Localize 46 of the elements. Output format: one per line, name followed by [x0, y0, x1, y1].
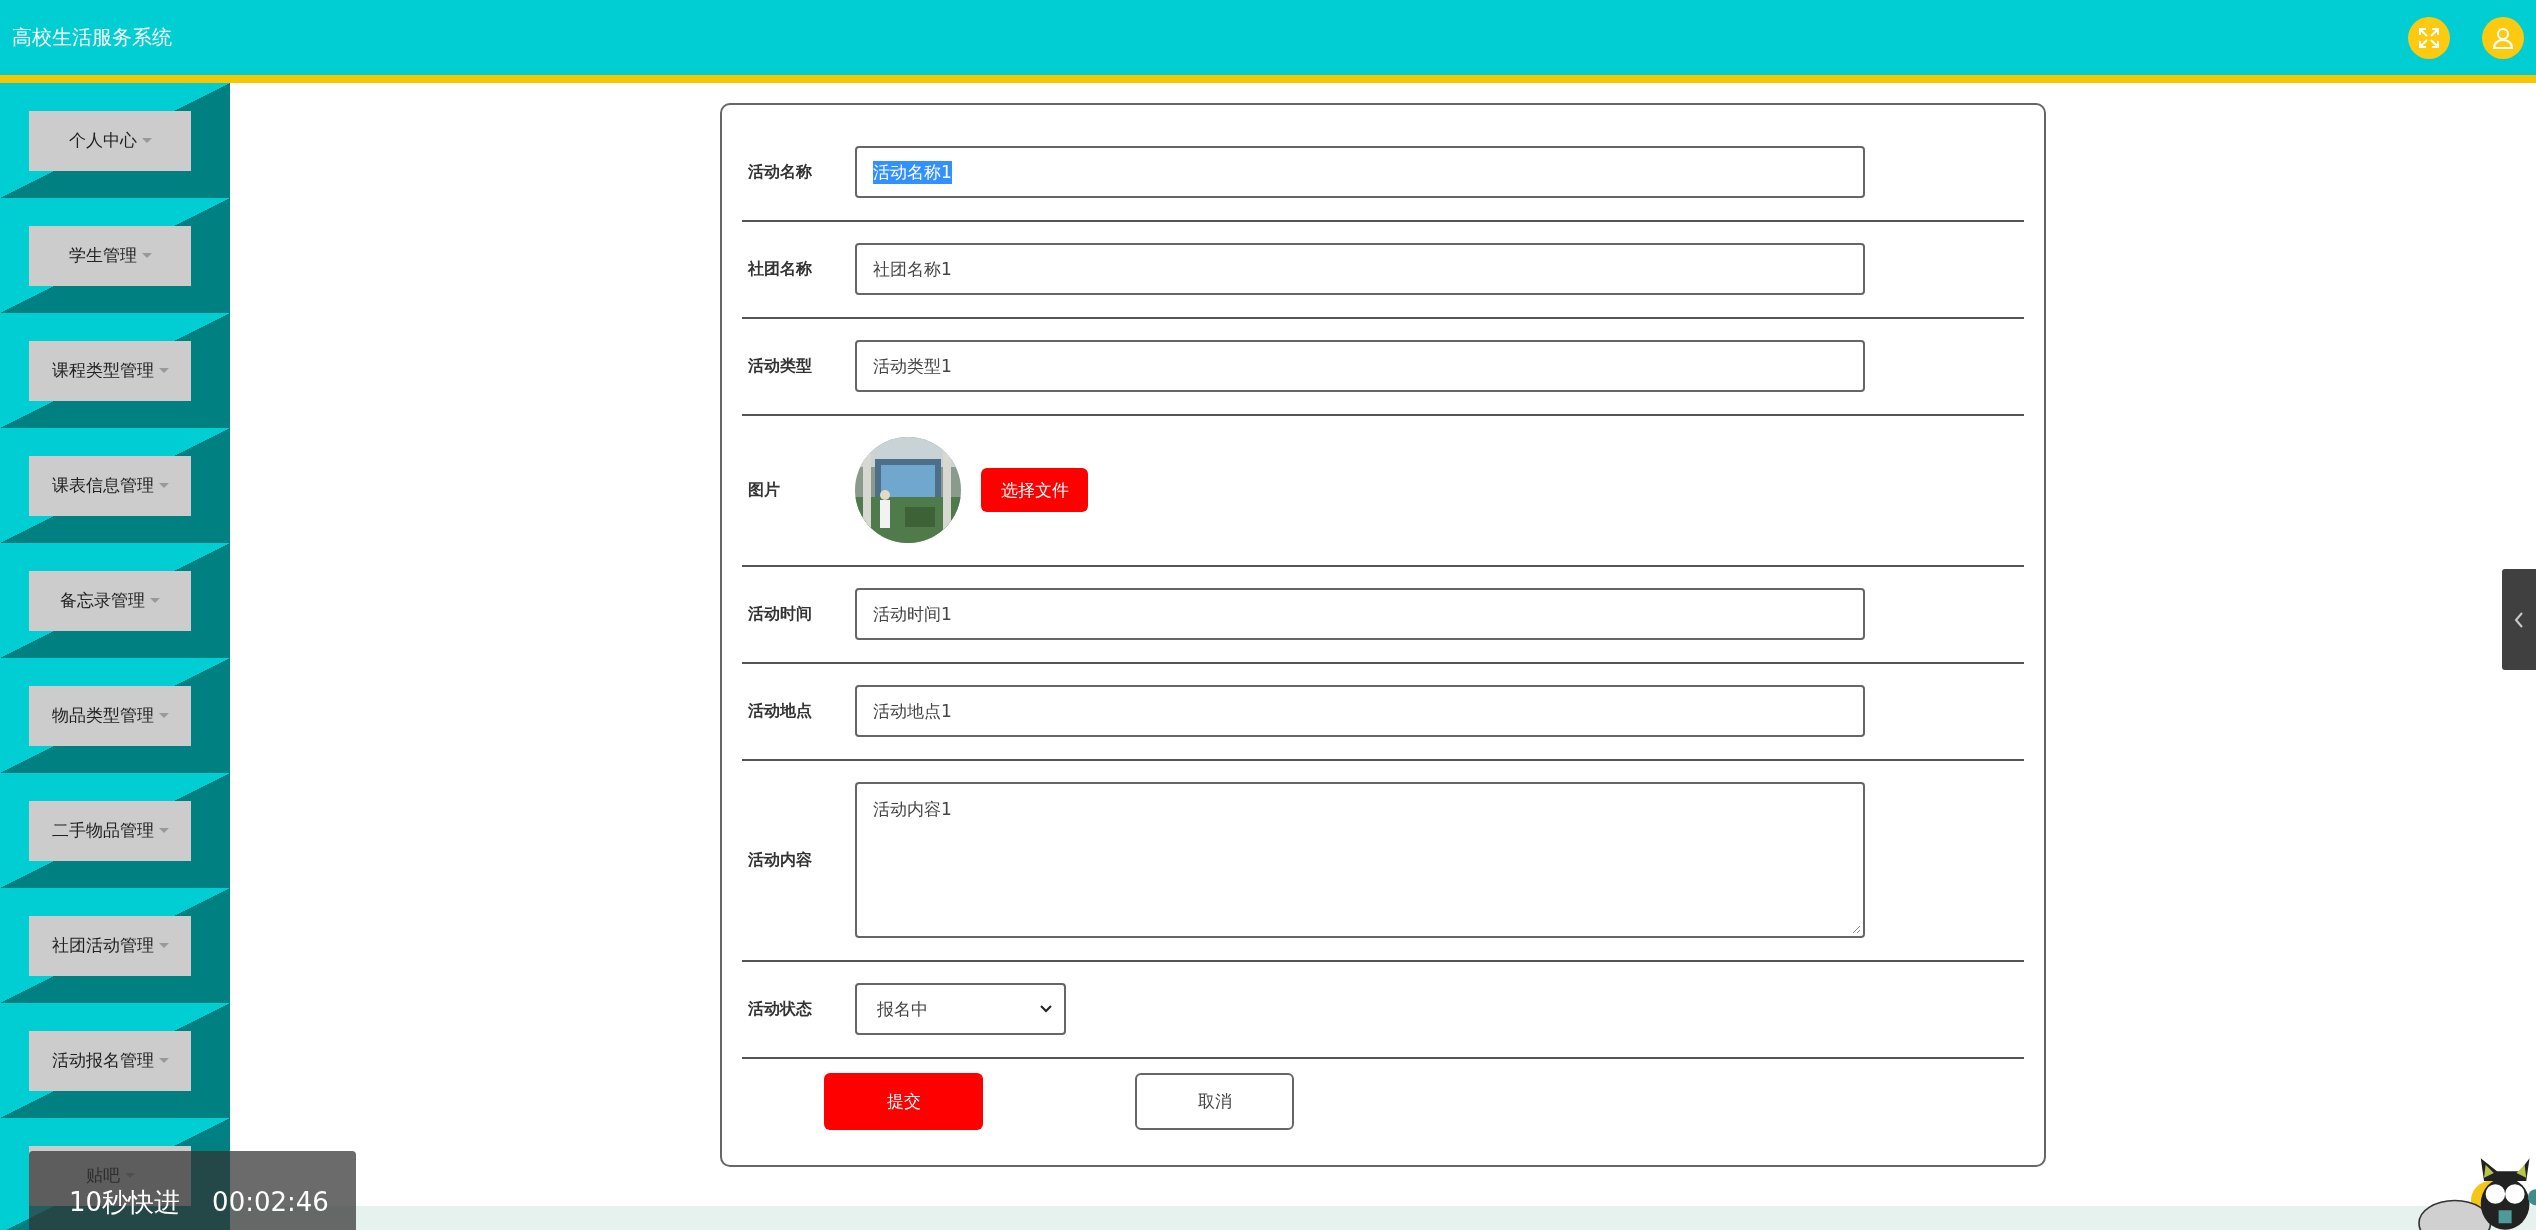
- input-field[interactable]: 活动地点1: [855, 685, 1865, 737]
- resize-grip-icon: [1851, 924, 1861, 934]
- field-label: 活动内容: [747, 849, 813, 871]
- caret-icon: [158, 943, 169, 948]
- field-label: 图片: [747, 479, 781, 501]
- status-select[interactable]: 报名中: [855, 983, 1066, 1035]
- caret-icon: [158, 828, 169, 833]
- choose-file-button[interactable]: 选择文件: [981, 468, 1088, 512]
- fullscreen-icon: [2418, 26, 2440, 49]
- sidebar-item[interactable]: 物品类型管理: [29, 685, 191, 746]
- chevron-down-icon: [1040, 1005, 1052, 1013]
- sidebar-item[interactable]: 备忘录管理: [29, 570, 191, 631]
- sidebar-item[interactable]: 个人中心: [29, 110, 191, 171]
- submit-button[interactable]: 提交: [824, 1073, 983, 1130]
- field-label: 社团名称: [747, 258, 813, 280]
- text-area[interactable]: 活动内容1: [855, 782, 1865, 938]
- fullscreen-button[interactable]: [2408, 16, 2450, 59]
- side-panel-tab[interactable]: [2502, 569, 2536, 670]
- video-time: 00:02:46: [212, 1189, 329, 1215]
- field-label: 活动地点: [747, 700, 813, 722]
- caret-icon: [158, 713, 169, 718]
- caret-icon: [141, 253, 152, 258]
- caret-icon: [158, 1058, 169, 1063]
- user-button[interactable]: [2482, 16, 2524, 59]
- sidebar-item[interactable]: 课程类型管理: [29, 340, 191, 401]
- sidebar-item[interactable]: 社团活动管理: [29, 915, 191, 976]
- input-field[interactable]: 活动类型1: [855, 340, 1865, 392]
- field-label: 活动类型: [747, 355, 813, 377]
- field-label: 活动时间: [747, 603, 813, 625]
- cancel-button[interactable]: 取消: [1135, 1073, 1294, 1130]
- caret-icon: [141, 138, 152, 143]
- sidebar-item[interactable]: 活动报名管理: [29, 1030, 191, 1091]
- caret-icon: [158, 368, 169, 373]
- input-field[interactable]: 社团名称1: [855, 243, 1865, 295]
- field-label: 活动状态: [747, 998, 813, 1020]
- chevron-left-icon: [2514, 611, 2524, 628]
- skip-label[interactable]: 10秒快进: [69, 1189, 181, 1215]
- sidebar-item[interactable]: 学生管理: [29, 225, 191, 286]
- input-field[interactable]: 活动时间1: [855, 588, 1865, 640]
- user-icon: [2492, 26, 2514, 49]
- caret-icon: [158, 483, 169, 488]
- sidebar-item[interactable]: 课表信息管理: [29, 455, 191, 516]
- app-title: 高校生活服务系统: [12, 24, 172, 51]
- caret-icon: [150, 598, 160, 603]
- sidebar-item[interactable]: 二手物品管理: [29, 800, 191, 861]
- field-label: 活动名称: [747, 161, 813, 183]
